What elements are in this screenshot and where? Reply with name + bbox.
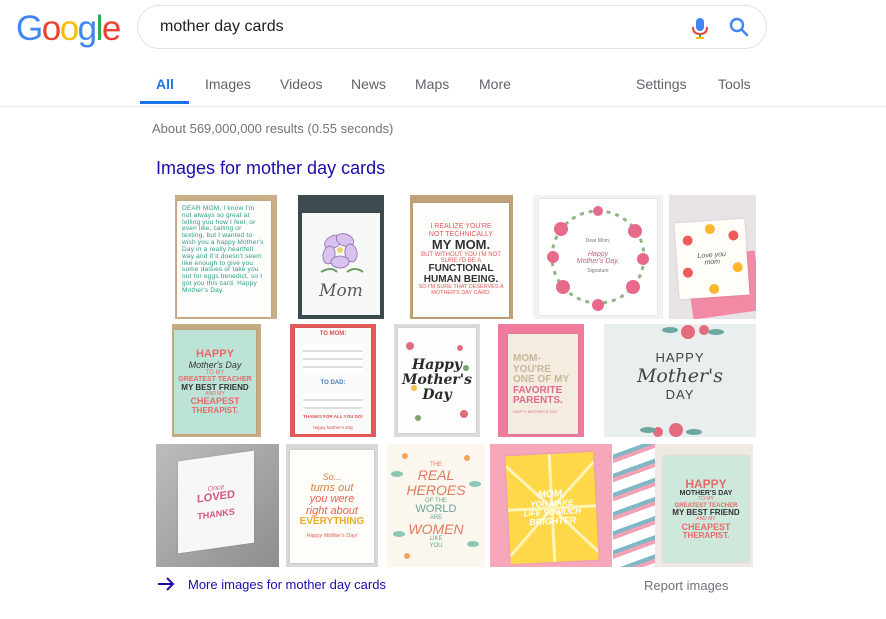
- card-text: DAY: [665, 387, 695, 402]
- image-result-9[interactable]: MOM- YOU'RE ONE OF MY FAVORITE PARENTS. …: [498, 324, 584, 437]
- card-text: DEAR MOM, I know I'm not always so great…: [182, 205, 264, 294]
- card-text: THANKS: [197, 506, 235, 522]
- card-text: Happy Mother's Day!: [306, 532, 358, 539]
- arrow-right-icon: [158, 577, 175, 591]
- card-text: Mother's: [402, 372, 472, 389]
- tab-maps[interactable]: Maps: [415, 76, 449, 92]
- image-result-15[interactable]: HAPPY MOTHER'S DAY TO MY GREATEST TEACHE…: [613, 444, 753, 567]
- image-result-6[interactable]: HAPPY Mother's Day TO MY GREATEST TEACHE…: [172, 324, 261, 437]
- logo-letter: e: [101, 9, 121, 48]
- card-text: Day: [422, 386, 452, 403]
- card-text: TO MOM:: [319, 331, 347, 337]
- image-result-4[interactable]: Dear Mom, Happy Mother's Day, Signature: [533, 195, 663, 319]
- card-text: Mother's Day,: [576, 258, 620, 265]
- active-tab-indicator: [140, 101, 189, 104]
- card-text: TO DAD:: [320, 380, 346, 387]
- image-result-2[interactable]: Mom: [298, 195, 384, 319]
- card-text: mom: [704, 258, 721, 267]
- card-text: THERAPIST.: [191, 405, 239, 415]
- card-text: HAPPY MOTHER'S DAY: [513, 408, 558, 414]
- card-text: Mother's: [636, 365, 724, 387]
- image-result-3[interactable]: I REALIZE YOU'RE NOT TECHNICALLY MY MOM.…: [410, 195, 513, 319]
- speech-bubbles: [303, 343, 363, 374]
- card-text: REAL: [417, 467, 455, 484]
- tab-images[interactable]: Images: [205, 76, 251, 92]
- image-result-10[interactable]: HAPPY Mother's DAY: [604, 324, 756, 437]
- tab-more[interactable]: More: [479, 76, 511, 92]
- card-text: Signature: [587, 268, 609, 275]
- tab-videos[interactable]: Videos: [280, 76, 323, 92]
- card-text: HAPPY: [655, 350, 705, 365]
- card-text: WOMEN: [408, 520, 464, 537]
- card-text: HEROES: [406, 481, 466, 498]
- card-text: THANKS FOR ALL YOU DO!: [303, 414, 363, 420]
- logo-letter: o: [41, 9, 61, 48]
- more-images-label[interactable]: More images for mother day cards: [188, 577, 386, 592]
- card-text: YOU: [429, 542, 443, 549]
- image-result-11[interactable]: Once LOVED THANKS: [156, 444, 279, 567]
- tab-all[interactable]: All: [156, 76, 174, 92]
- card-text: Happy: [411, 357, 462, 374]
- image-result-1[interactable]: DEAR MOM, I know I'm not always so great…: [175, 195, 277, 319]
- card-text: EVERYTHING: [299, 516, 365, 528]
- speech-bubbles: [303, 392, 363, 409]
- card-text: Dear Mom,: [585, 238, 611, 245]
- card-text: Mom: [319, 280, 363, 301]
- image-result-12[interactable]: So... turns out you were right about EVE…: [286, 444, 378, 567]
- card-text: PARENTS.: [513, 395, 563, 407]
- card-text: LOVED: [197, 488, 235, 506]
- logo-letter: o: [59, 9, 79, 48]
- card-text: MY MOM.: [431, 236, 491, 252]
- card-text: WORLD: [415, 502, 457, 515]
- report-images-link[interactable]: Report images: [644, 578, 729, 593]
- card-text: Happy Mother's Day: [312, 425, 354, 431]
- logo-letter: g: [77, 9, 97, 48]
- result-stats: About 569,000,000 results (0.55 seconds): [152, 121, 394, 136]
- image-result-7[interactable]: TO MOM: TO DAD: THANKS FOR ALL YOU DO! H…: [290, 324, 376, 437]
- header-divider: [0, 106, 886, 107]
- card-text: Happy: [587, 250, 609, 258]
- card-text: I REALIZE YOU'RE: [430, 223, 492, 231]
- card-text: HAPPY: [196, 347, 234, 360]
- microphone-icon[interactable]: [690, 17, 710, 39]
- card-text: THERAPIST.: [682, 531, 730, 541]
- logo-letter: G: [16, 9, 43, 48]
- card-text: HAPPY: [685, 476, 727, 491]
- images-heading[interactable]: Images for mother day cards: [156, 158, 385, 179]
- search-input[interactable]: [158, 17, 682, 37]
- image-result-13[interactable]: THE REAL HEROES OF THE WORLD ARE WOMEN L…: [387, 444, 485, 567]
- tab-settings[interactable]: Settings: [636, 76, 687, 92]
- google-logo[interactable]: Google: [16, 9, 121, 49]
- search-icon[interactable]: [728, 16, 750, 38]
- tab-news[interactable]: News: [351, 76, 386, 92]
- image-result-14[interactable]: MOM, YOU MAKE LIFE SO MUCH BRIGHTER: [490, 444, 612, 567]
- flower-illustration: [320, 232, 364, 273]
- tab-tools[interactable]: Tools: [718, 76, 751, 92]
- card-text: Mother's Day: [188, 359, 242, 370]
- card-text: SO I'M SURE THAT DESERVES A MOTHER'S DAY…: [418, 284, 504, 296]
- search-bar[interactable]: [137, 5, 767, 49]
- pattern-strip: [613, 444, 655, 567]
- image-result-8[interactable]: Happy Mother's Day: [394, 324, 480, 437]
- image-result-5[interactable]: Love you mom: [669, 195, 756, 319]
